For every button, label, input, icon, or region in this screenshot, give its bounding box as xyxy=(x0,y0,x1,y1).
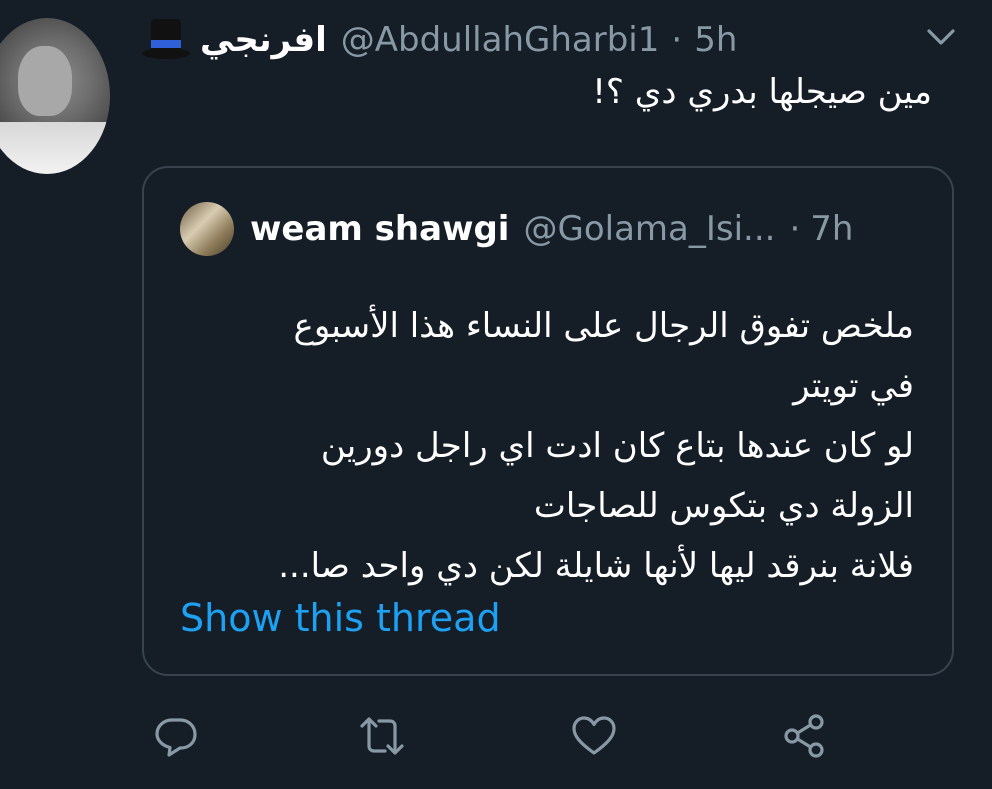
quoted-user-handle: @Golama_Isi... xyxy=(523,209,776,249)
quoted-text-line: لو كان عندها بتاع كان ادت اي راجل دورين xyxy=(320,426,914,466)
show-thread-link[interactable]: Show this thread xyxy=(180,596,501,640)
quoted-tweet-text: ملخص تفوق الرجال على النساء هذا الأسبوع … xyxy=(278,296,914,596)
user-handle[interactable]: @AbdullahGharbi1 xyxy=(341,20,660,60)
reply-icon[interactable] xyxy=(152,712,200,760)
timestamp[interactable]: 5h xyxy=(694,20,737,60)
quoted-text-line: في تويتر xyxy=(793,366,914,406)
tweet-text: مين صيجلها بدري دي ؟! xyxy=(592,72,932,112)
quoted-text-line: ملخص تفوق الرجال على النساء هذا الأسبوع xyxy=(293,306,914,346)
avatar-shirt xyxy=(0,122,110,174)
avatar[interactable] xyxy=(0,18,110,174)
quoted-separator-dot: · xyxy=(789,209,801,249)
quoted-tweet-header: weam shawgi @Golama_Isi... · 7h xyxy=(180,202,853,256)
separator-dot: · xyxy=(671,20,683,60)
display-name[interactable]: افرنجي xyxy=(200,20,327,60)
quoted-text-line: الزولة دي بتكوس للصاجات xyxy=(533,486,914,526)
quoted-display-name: weam shawgi xyxy=(250,209,510,249)
quoted-tweet[interactable]: weam shawgi @Golama_Isi... · 7h ملخص تفو… xyxy=(142,166,954,676)
quoted-timestamp: 7h xyxy=(810,209,854,249)
quoted-text-line: فلانة بنرقد ليها لأنها شايلة لكن دي واحد… xyxy=(278,546,914,586)
heart-icon[interactable] xyxy=(570,712,618,760)
top-hat-emoji-icon xyxy=(140,16,192,64)
tweet[interactable]: افرنجي @AbdullahGharbi1 · 5h مين صيجلها … xyxy=(0,0,992,789)
retweet-icon[interactable] xyxy=(358,712,406,760)
chevron-down-icon[interactable] xyxy=(926,26,956,48)
tweet-header: افرنجي @AbdullahGharbi1 · 5h xyxy=(140,16,737,64)
share-icon[interactable] xyxy=(780,712,828,760)
quoted-avatar xyxy=(180,202,234,256)
avatar-face xyxy=(18,46,72,116)
